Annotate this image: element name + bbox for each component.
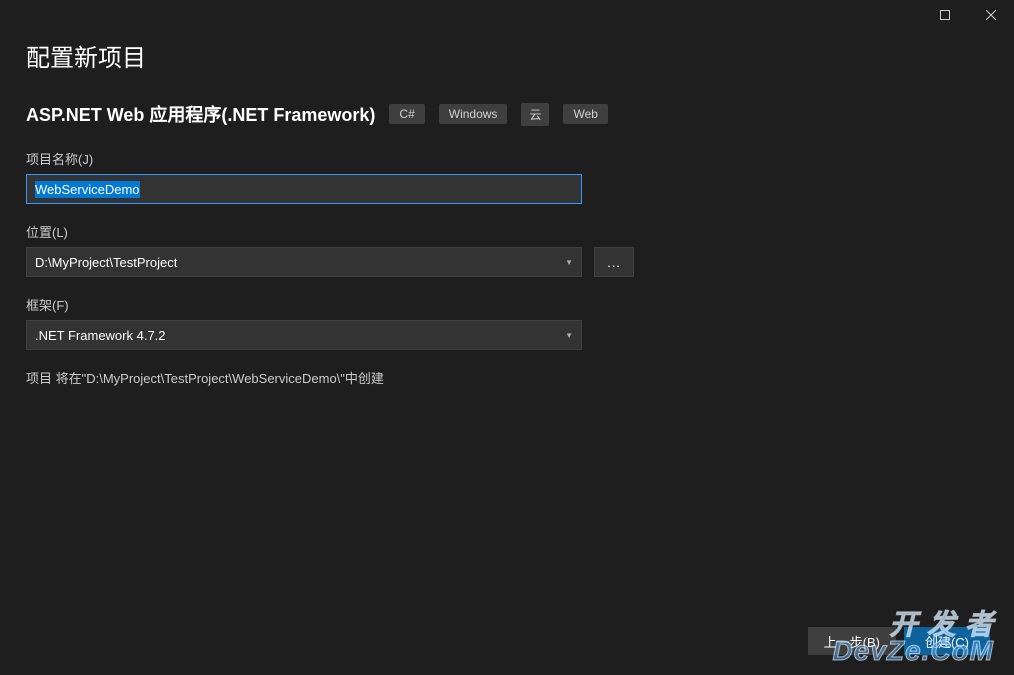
- footer-actions: 上一步(B) 创建(C): [808, 627, 990, 655]
- project-name-group: 项目名称(J) WebServiceDemo: [26, 149, 988, 204]
- location-dropdown[interactable]: D:\MyProject\TestProject ▼: [26, 247, 582, 277]
- chevron-down-icon: ▼: [565, 331, 573, 340]
- back-button[interactable]: 上一步(B): [808, 627, 896, 655]
- tag-csharp: C#: [389, 104, 424, 124]
- framework-group: 框架(F) .NET Framework 4.7.2 ▼: [26, 295, 988, 350]
- framework-value: .NET Framework 4.7.2: [35, 328, 166, 343]
- page-title: 配置新项目: [26, 38, 988, 73]
- creation-path-info: 项目 将在"D:\MyProject\TestProject\WebServic…: [26, 368, 988, 387]
- tag-web: Web: [563, 104, 607, 124]
- close-button[interactable]: [968, 0, 1014, 30]
- titlebar: [0, 0, 1014, 30]
- framework-label: 框架(F): [26, 295, 988, 314]
- browse-button[interactable]: ...: [594, 247, 634, 277]
- maximize-button[interactable]: [922, 0, 968, 30]
- project-name-value: WebServiceDemo: [35, 181, 140, 198]
- project-name-input[interactable]: WebServiceDemo: [26, 174, 582, 204]
- location-group: 位置(L) D:\MyProject\TestProject ▼ ...: [26, 222, 988, 277]
- template-name: ASP.NET Web 应用程序(.NET Framework): [26, 101, 375, 127]
- location-label: 位置(L): [26, 222, 988, 241]
- content-area: 配置新项目 ASP.NET Web 应用程序(.NET Framework) C…: [0, 30, 1014, 387]
- location-value: D:\MyProject\TestProject: [35, 255, 177, 270]
- project-name-label: 项目名称(J): [26, 149, 988, 168]
- tag-cloud: 云: [521, 103, 549, 126]
- create-button[interactable]: 创建(C): [904, 627, 990, 655]
- tag-windows: Windows: [439, 104, 508, 124]
- template-header: ASP.NET Web 应用程序(.NET Framework) C# Wind…: [26, 101, 988, 127]
- chevron-down-icon: ▼: [565, 258, 573, 267]
- framework-dropdown[interactable]: .NET Framework 4.7.2 ▼: [26, 320, 582, 350]
